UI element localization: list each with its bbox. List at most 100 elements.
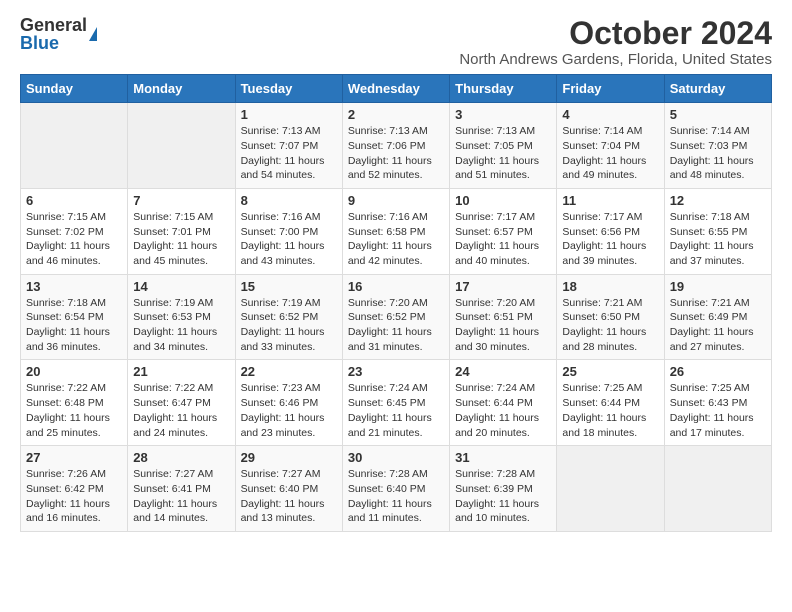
logo: General Blue — [20, 16, 97, 52]
day-info: Sunrise: 7:21 AMSunset: 6:49 PMDaylight:… — [670, 296, 766, 355]
day-info: Sunrise: 7:15 AMSunset: 7:01 PMDaylight:… — [133, 210, 229, 269]
day-info: Sunrise: 7:27 AMSunset: 6:41 PMDaylight:… — [133, 467, 229, 526]
day-info: Sunrise: 7:24 AMSunset: 6:45 PMDaylight:… — [348, 381, 444, 440]
calendar-cell: 12 Sunrise: 7:18 AMSunset: 6:55 PMDayligh… — [664, 188, 771, 274]
calendar-cell: 7 Sunrise: 7:15 AMSunset: 7:01 PMDaylight… — [128, 188, 235, 274]
day-info: Sunrise: 7:25 AMSunset: 6:44 PMDaylight:… — [562, 381, 658, 440]
day-number: 12 — [670, 193, 766, 208]
calendar-cell: 1Sunrise: 7:13 AMSunset: 7:07 PMDaylight… — [235, 103, 342, 189]
logo-blue-text: Blue — [20, 34, 87, 52]
day-info: Sunrise: 7:22 AMSunset: 6:47 PMDaylight:… — [133, 381, 229, 440]
day-number: 10 — [455, 193, 551, 208]
day-number: 7 — [133, 193, 229, 208]
weekday-header-wednesday: Wednesday — [342, 75, 449, 103]
day-info: Sunrise: 7:15 AMSunset: 7:02 PMDaylight:… — [26, 210, 122, 269]
day-info: Sunrise: 7:27 AMSunset: 6:40 PMDaylight:… — [241, 467, 337, 526]
day-number: 27 — [26, 450, 122, 465]
calendar-cell: 17 Sunrise: 7:20 AMSunset: 6:51 PMDayligh… — [450, 274, 557, 360]
calendar-week-row: 6Sunrise: 7:15 AMSunset: 7:02 PMDaylight… — [21, 188, 772, 274]
day-info: Sunrise: 7:13 AMSunset: 7:05 PMDaylight:… — [455, 124, 551, 183]
calendar-cell: 24 Sunrise: 7:24 AMSunset: 6:44 PMDayligh… — [450, 360, 557, 446]
day-number: 20 — [26, 364, 122, 379]
day-info: Sunrise: 7:18 AMSunset: 6:54 PMDaylight:… — [26, 296, 122, 355]
calendar-week-row: 1Sunrise: 7:13 AMSunset: 7:07 PMDaylight… — [21, 103, 772, 189]
day-number: 29 — [241, 450, 337, 465]
calendar-cell: 28 Sunrise: 7:27 AMSunset: 6:41 PMDayligh… — [128, 446, 235, 532]
calendar-cell: 26Sunrise: 7:25 AMSunset: 6:43 PMDayligh… — [664, 360, 771, 446]
weekday-header-sunday: Sunday — [21, 75, 128, 103]
calendar-cell: 23 Sunrise: 7:24 AMSunset: 6:45 PMDayligh… — [342, 360, 449, 446]
day-number: 19 — [670, 279, 766, 294]
day-number: 9 — [348, 193, 444, 208]
weekday-header-friday: Friday — [557, 75, 664, 103]
calendar-cell: 27Sunrise: 7:26 AMSunset: 6:42 PMDayligh… — [21, 446, 128, 532]
day-info: Sunrise: 7:16 AMSunset: 7:00 PMDaylight:… — [241, 210, 337, 269]
day-number: 21 — [133, 364, 229, 379]
weekday-header-row: SundayMondayTuesdayWednesdayThursdayFrid… — [21, 75, 772, 103]
calendar-cell: 21 Sunrise: 7:22 AMSunset: 6:47 PMDayligh… — [128, 360, 235, 446]
day-number: 24 — [455, 364, 551, 379]
day-number: 8 — [241, 193, 337, 208]
calendar-cell — [664, 446, 771, 532]
day-info: Sunrise: 7:14 AMSunset: 7:04 PMDaylight:… — [562, 124, 658, 183]
calendar-cell: 30Sunrise: 7:28 AMSunset: 6:40 PMDayligh… — [342, 446, 449, 532]
day-info: Sunrise: 7:13 AMSunset: 7:06 PMDaylight:… — [348, 124, 444, 183]
day-number: 15 — [241, 279, 337, 294]
day-number: 13 — [26, 279, 122, 294]
calendar-week-row: 27Sunrise: 7:26 AMSunset: 6:42 PMDayligh… — [21, 446, 772, 532]
page-header: General Blue October 2024 North Andrews … — [20, 16, 772, 68]
calendar-cell: 13 Sunrise: 7:18 AMSunset: 6:54 PMDayligh… — [21, 274, 128, 360]
calendar-cell — [21, 103, 128, 189]
calendar-week-row: 20 Sunrise: 7:22 AMSunset: 6:48 PMDayligh… — [21, 360, 772, 446]
day-number: 31 — [455, 450, 551, 465]
calendar-cell: 3 Sunrise: 7:13 AMSunset: 7:05 PMDaylight… — [450, 103, 557, 189]
day-info: Sunrise: 7:24 AMSunset: 6:44 PMDaylight:… — [455, 381, 551, 440]
calendar-cell: 16 Sunrise: 7:20 AMSunset: 6:52 PMDayligh… — [342, 274, 449, 360]
day-info: Sunrise: 7:17 AMSunset: 6:57 PMDaylight:… — [455, 210, 551, 269]
day-info: Sunrise: 7:21 AMSunset: 6:50 PMDaylight:… — [562, 296, 658, 355]
day-info: Sunrise: 7:28 AMSunset: 6:39 PMDaylight:… — [455, 467, 551, 526]
day-number: 11 — [562, 193, 658, 208]
day-info: Sunrise: 7:23 AMSunset: 6:46 PMDaylight:… — [241, 381, 337, 440]
calendar-cell — [557, 446, 664, 532]
day-info: Sunrise: 7:20 AMSunset: 6:52 PMDaylight:… — [348, 296, 444, 355]
weekday-header-tuesday: Tuesday — [235, 75, 342, 103]
day-info: Sunrise: 7:18 AMSunset: 6:55 PMDaylight:… — [670, 210, 766, 269]
calendar-cell: 19 Sunrise: 7:21 AMSunset: 6:49 PMDayligh… — [664, 274, 771, 360]
day-info: Sunrise: 7:16 AMSunset: 6:58 PMDaylight:… — [348, 210, 444, 269]
day-number: 16 — [348, 279, 444, 294]
day-number: 3 — [455, 107, 551, 122]
day-info: Sunrise: 7:22 AMSunset: 6:48 PMDaylight:… — [26, 381, 122, 440]
title-area: October 2024 North Andrews Gardens, Flor… — [459, 16, 772, 68]
calendar-table: SundayMondayTuesdayWednesdayThursdayFrid… — [20, 74, 772, 532]
location-title: North Andrews Gardens, Florida, United S… — [459, 51, 772, 68]
logo-triangle-icon — [89, 27, 97, 41]
month-title: October 2024 — [459, 16, 772, 51]
calendar-cell: 6Sunrise: 7:15 AMSunset: 7:02 PMDaylight… — [21, 188, 128, 274]
day-info: Sunrise: 7:17 AMSunset: 6:56 PMDaylight:… — [562, 210, 658, 269]
day-number: 1 — [241, 107, 337, 122]
day-number: 18 — [562, 279, 658, 294]
calendar-cell — [128, 103, 235, 189]
day-number: 14 — [133, 279, 229, 294]
calendar-cell: 14Sunrise: 7:19 AMSunset: 6:53 PMDayligh… — [128, 274, 235, 360]
calendar-cell: 20 Sunrise: 7:22 AMSunset: 6:48 PMDayligh… — [21, 360, 128, 446]
calendar-cell: 31 Sunrise: 7:28 AMSunset: 6:39 PMDayligh… — [450, 446, 557, 532]
day-number: 23 — [348, 364, 444, 379]
day-number: 25 — [562, 364, 658, 379]
day-number: 2 — [348, 107, 444, 122]
weekday-header-saturday: Saturday — [664, 75, 771, 103]
calendar-cell: 9 Sunrise: 7:16 AMSunset: 6:58 PMDaylight… — [342, 188, 449, 274]
calendar-cell: 5 Sunrise: 7:14 AMSunset: 7:03 PMDaylight… — [664, 103, 771, 189]
calendar-cell: 29 Sunrise: 7:27 AMSunset: 6:40 PMDayligh… — [235, 446, 342, 532]
day-number: 30 — [348, 450, 444, 465]
day-info: Sunrise: 7:14 AMSunset: 7:03 PMDaylight:… — [670, 124, 766, 183]
day-number: 5 — [670, 107, 766, 122]
day-number: 28 — [133, 450, 229, 465]
calendar-cell: 4Sunrise: 7:14 AMSunset: 7:04 PMDaylight… — [557, 103, 664, 189]
day-info: Sunrise: 7:20 AMSunset: 6:51 PMDaylight:… — [455, 296, 551, 355]
day-number: 17 — [455, 279, 551, 294]
weekday-header-thursday: Thursday — [450, 75, 557, 103]
weekday-header-monday: Monday — [128, 75, 235, 103]
calendar-cell: 15Sunrise: 7:19 AMSunset: 6:52 PMDayligh… — [235, 274, 342, 360]
